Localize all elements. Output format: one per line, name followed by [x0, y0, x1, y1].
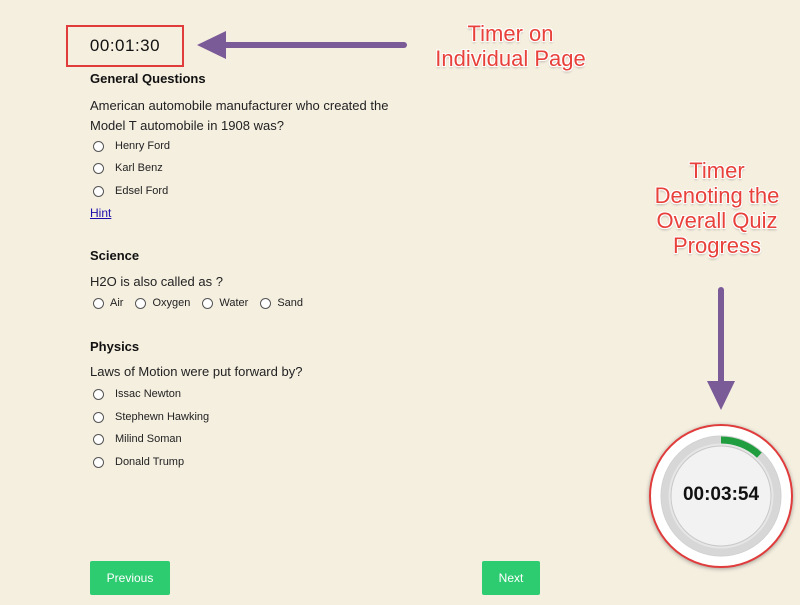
option-oxygen[interactable]: Oxygen	[135, 297, 190, 309]
page-timer: 00:01:30	[66, 25, 184, 67]
science-options: Air Oxygen Water Sand	[93, 297, 315, 309]
option-label: Air	[110, 297, 124, 309]
option-label: Donald Trump	[115, 456, 185, 468]
option-label: Henry Ford	[115, 140, 171, 152]
radio-button[interactable]	[93, 456, 104, 468]
option-label: Water	[219, 297, 249, 309]
radio-button[interactable]	[93, 162, 104, 174]
radio-button[interactable]	[93, 433, 104, 445]
option-sand[interactable]: Sand	[260, 297, 303, 309]
option-milind-soman[interactable]: Milind Soman	[93, 433, 182, 445]
option-label: Sand	[277, 297, 304, 309]
radio-button[interactable]	[202, 297, 214, 309]
option-label: Edsel Ford	[115, 185, 169, 197]
option-label: Oxygen	[152, 297, 191, 309]
radio-button[interactable]	[135, 297, 147, 309]
option-air[interactable]: Air	[93, 297, 123, 309]
radio-button[interactable]	[93, 388, 104, 400]
previous-button[interactable]: Previous	[90, 561, 170, 595]
question-science: H2O is also called as ?	[90, 274, 223, 289]
radio-button[interactable]	[93, 140, 104, 152]
section-title-general: General Questions	[90, 71, 206, 86]
annotation-overall-timer: Timer Denoting the Overall Quiz Progress	[636, 158, 798, 258]
annotation-line: Overall Quiz	[656, 208, 778, 233]
radio-button[interactable]	[93, 411, 104, 423]
option-stephewn-hawking[interactable]: Stephewn Hawking	[93, 411, 209, 423]
option-issac-newton[interactable]: Issac Newton	[93, 388, 181, 400]
arrow-head-down	[707, 381, 735, 410]
annotation-line: Individual Page	[435, 46, 586, 71]
annotation-line: Progress	[672, 233, 762, 258]
option-karl-benz[interactable]: Karl Benz	[93, 162, 163, 174]
section-title-physics: Physics	[90, 339, 140, 354]
annotation-page-timer: Timer on Individual Page	[418, 21, 603, 71]
question-general: American automobile manufacturer who cre…	[90, 98, 389, 133]
option-label: Milind Soman	[115, 433, 182, 445]
option-label: Stephewn Hawking	[115, 411, 210, 423]
option-edsel-ford[interactable]: Edsel Ford	[93, 185, 168, 197]
question-physics: Laws of Motion were put forward by?	[90, 364, 303, 379]
arrow-head-left	[197, 31, 226, 59]
section-title-science: Science	[90, 248, 140, 263]
option-water[interactable]: Water	[202, 297, 248, 309]
annotation-line: Timer on	[467, 21, 554, 46]
radio-button[interactable]	[93, 185, 104, 197]
overall-timer-text: 00:03:54	[682, 484, 760, 505]
option-donald-trump[interactable]: Donald Trump	[93, 456, 184, 468]
hint-link[interactable]: Hint	[90, 206, 111, 220]
next-button[interactable]: Next	[482, 561, 540, 595]
annotation-line: Denoting the	[654, 183, 780, 208]
option-label: Karl Benz	[115, 162, 163, 174]
overall-quiz-timer: 00:03:54	[649, 424, 793, 568]
annotation-line: Timer	[689, 158, 745, 183]
option-label: Issac Newton	[115, 388, 182, 400]
radio-button[interactable]	[260, 297, 272, 309]
radio-button[interactable]	[93, 297, 104, 309]
option-henry-ford[interactable]: Henry Ford	[93, 140, 170, 152]
